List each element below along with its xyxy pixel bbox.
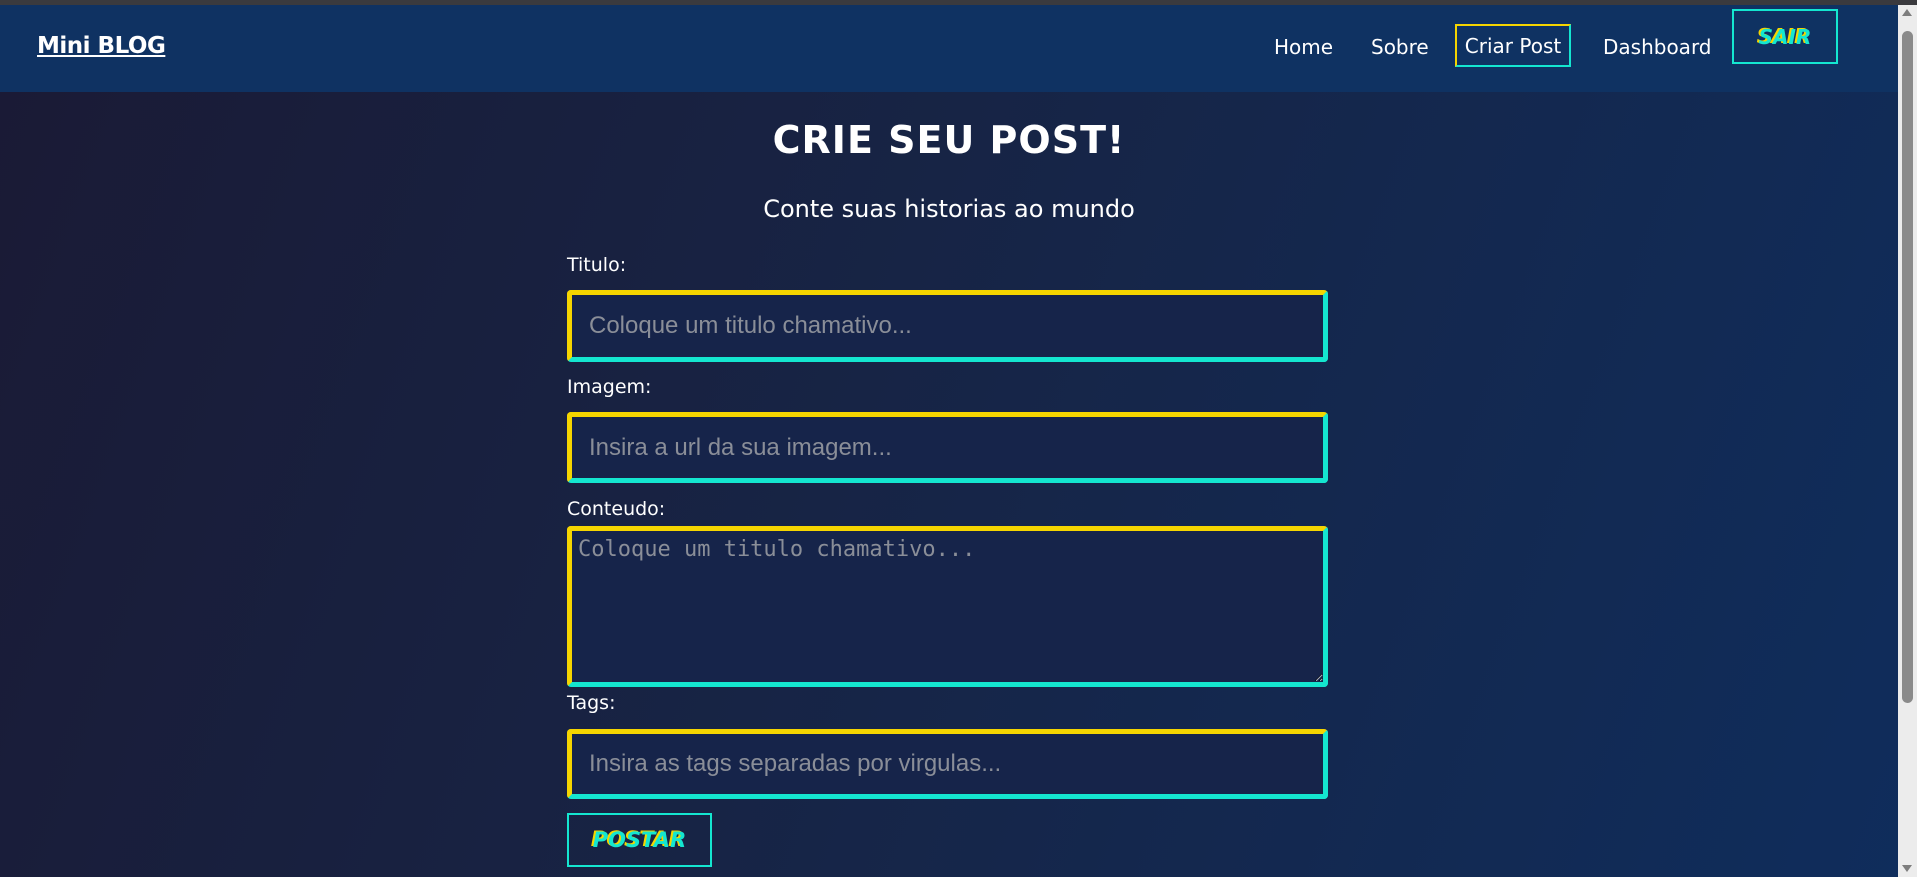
image-label: Imagem: (567, 376, 652, 398)
content-label: Conteudo: (567, 498, 666, 520)
image-url-input[interactable] (567, 412, 1328, 483)
nav-link-criar-post[interactable]: Criar Post (1455, 24, 1571, 67)
logout-button[interactable]: SAIR (1732, 9, 1838, 64)
title-input[interactable] (567, 290, 1328, 362)
scrollbar-thumb[interactable] (1902, 31, 1913, 703)
scroll-down-arrow-icon[interactable] (1902, 865, 1912, 872)
content-textarea[interactable] (567, 526, 1328, 687)
title-label: Titulo: (567, 254, 627, 276)
scroll-up-arrow-icon[interactable] (1902, 9, 1912, 16)
tags-input[interactable] (567, 729, 1328, 799)
nav-link-sobre[interactable]: Sobre (1371, 35, 1429, 59)
navbar: Mini BLOG Home Sobre Criar Post Dashboar… (0, 5, 1898, 92)
page-subtitle: Conte suas historias ao mundo (763, 195, 1135, 223)
page-scrollbar[interactable] (1898, 5, 1917, 877)
submit-post-button[interactable]: POSTAR (567, 813, 712, 867)
tags-label: Tags: (567, 692, 616, 714)
page-title: CRIE SEU POST! (772, 118, 1126, 162)
nav-link-home[interactable]: Home (1274, 35, 1333, 59)
nav-link-dashboard[interactable]: Dashboard (1603, 35, 1712, 59)
brand-logo[interactable]: Mini BLOG (37, 33, 166, 59)
